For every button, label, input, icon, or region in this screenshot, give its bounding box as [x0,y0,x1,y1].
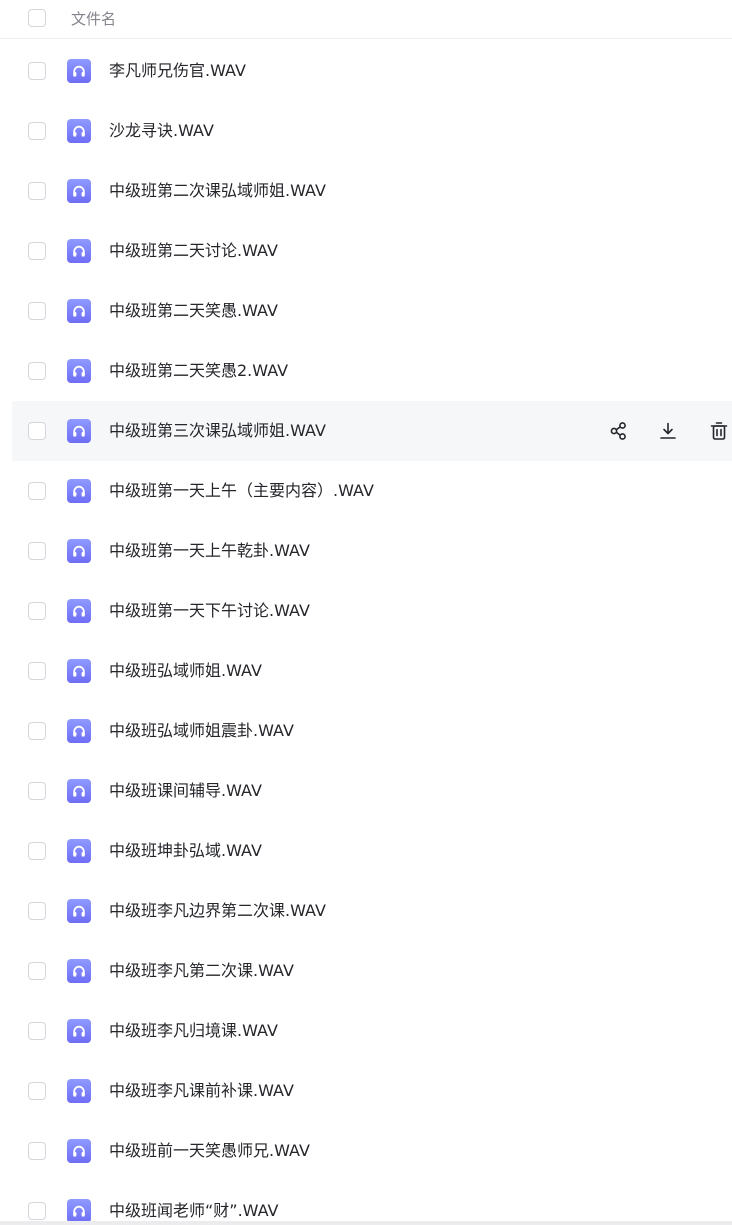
row-checkbox[interactable] [28,362,46,380]
file-name[interactable]: 李凡师兄伤官.WAV [109,60,246,82]
headphones-icon [67,1139,91,1163]
row-checkbox[interactable] [28,482,46,500]
file-name[interactable]: 中级班李凡边界第二次课.WAV [109,900,326,922]
file-row[interactable]: 中级班第一天上午（主要内容）.WAV [0,461,732,521]
file-name[interactable]: 中级班第二次课弘域师姐.WAV [109,180,326,202]
file-name[interactable]: 中级班李凡课前补课.WAV [109,1080,294,1102]
headphones-icon [67,779,91,803]
file-name[interactable]: 中级班闻老师“财”.WAV [109,1200,278,1222]
delete-icon[interactable] [707,419,731,443]
row-checkbox[interactable] [28,722,46,740]
file-list: 文件名 李凡师兄伤官.WAV 沙龙寻诀.WAV 中级班第二次课弘域师姐.WAV [0,0,732,1225]
row-checkbox[interactable] [28,902,46,920]
row-checkbox[interactable] [28,1022,46,1040]
headphones-icon [67,839,91,863]
headphones-icon [67,479,91,503]
headphones-icon [67,1199,91,1223]
headphones-icon [67,899,91,923]
file-name[interactable]: 中级班弘域师姐震卦.WAV [109,720,294,742]
file-name[interactable]: 沙龙寻诀.WAV [109,120,214,142]
file-name[interactable]: 中级班李凡归境课.WAV [109,1020,278,1042]
file-rows: 李凡师兄伤官.WAV 沙龙寻诀.WAV 中级班第二次课弘域师姐.WAV 中级班第… [0,41,732,1225]
row-checkbox[interactable] [28,842,46,860]
headphones-icon [67,1079,91,1103]
column-header-filename[interactable]: 文件名 [71,9,116,29]
row-checkbox[interactable] [28,1082,46,1100]
horizontal-scrollbar[interactable] [0,1221,732,1225]
file-row[interactable]: 中级班第二次课弘域师姐.WAV [0,161,732,221]
file-row[interactable]: 中级班弘域师姐震卦.WAV [0,701,732,761]
row-checkbox[interactable] [28,62,46,80]
headphones-icon [67,119,91,143]
file-row[interactable]: 中级班前一天笑愚师兄.WAV [0,1121,732,1181]
file-name[interactable]: 中级班第二天笑愚.WAV [109,300,278,322]
file-row[interactable]: 中级班第二天笑愚2.WAV [0,341,732,401]
file-name[interactable]: 中级班第一天上午（主要内容）.WAV [109,480,374,502]
select-all-checkbox[interactable] [28,9,46,27]
file-row[interactable]: 中级班闻老师“财”.WAV [0,1181,732,1225]
headphones-icon [67,599,91,623]
file-row[interactable]: 中级班第一天下午讨论.WAV [0,581,732,641]
file-row[interactable]: 中级班第一天上午乾卦.WAV [0,521,732,581]
download-icon[interactable] [656,419,680,443]
headphones-icon [67,1019,91,1043]
file-name[interactable]: 中级班坤卦弘域.WAV [109,840,262,862]
file-row[interactable]: 中级班课间辅导.WAV [0,761,732,821]
row-checkbox[interactable] [28,122,46,140]
file-row[interactable]: 中级班第三次课弘域师姐.WAV [0,401,732,461]
row-checkbox[interactable] [28,1202,46,1220]
file-row[interactable]: 李凡师兄伤官.WAV [0,41,732,101]
file-row[interactable]: 中级班坤卦弘域.WAV [0,821,732,881]
headphones-icon [67,359,91,383]
file-row[interactable]: 中级班弘域师姐.WAV [0,641,732,701]
file-row[interactable]: 中级班李凡归境课.WAV [0,1001,732,1061]
file-name[interactable]: 中级班第三次课弘域师姐.WAV [109,420,326,442]
row-checkbox[interactable] [28,602,46,620]
headphones-icon [67,719,91,743]
headphones-icon [67,959,91,983]
file-name[interactable]: 中级班第二天讨论.WAV [109,240,278,262]
headphones-icon [67,419,91,443]
file-row[interactable]: 中级班李凡课前补课.WAV [0,1061,732,1121]
file-row[interactable]: 中级班李凡边界第二次课.WAV [0,881,732,941]
headphones-icon [67,179,91,203]
file-row[interactable]: 中级班第二天讨论.WAV [0,221,732,281]
file-name[interactable]: 中级班前一天笑愚师兄.WAV [109,1140,310,1162]
row-checkbox[interactable] [28,422,46,440]
headphones-icon [67,299,91,323]
row-checkbox[interactable] [28,1142,46,1160]
row-checkbox[interactable] [28,182,46,200]
row-checkbox[interactable] [28,782,46,800]
row-checkbox[interactable] [28,242,46,260]
row-checkbox[interactable] [28,302,46,320]
file-row[interactable]: 中级班李凡第二次课.WAV [0,941,732,1001]
file-name[interactable]: 中级班弘域师姐.WAV [109,660,262,682]
file-name[interactable]: 中级班第一天上午乾卦.WAV [109,540,310,562]
file-row[interactable]: 中级班第二天笑愚.WAV [0,281,732,341]
headphones-icon [67,539,91,563]
file-list-header: 文件名 [0,0,732,39]
file-name[interactable]: 中级班课间辅导.WAV [109,780,262,802]
row-checkbox[interactable] [28,542,46,560]
headphones-icon [67,659,91,683]
headphones-icon [67,239,91,263]
file-row[interactable]: 沙龙寻诀.WAV [0,101,732,161]
row-checkbox[interactable] [28,962,46,980]
headphones-icon [67,59,91,83]
file-name[interactable]: 中级班第一天下午讨论.WAV [109,600,310,622]
row-checkbox[interactable] [28,662,46,680]
file-name[interactable]: 中级班李凡第二次课.WAV [109,960,294,982]
share-icon[interactable] [606,419,630,443]
file-name[interactable]: 中级班第二天笑愚2.WAV [109,360,288,382]
